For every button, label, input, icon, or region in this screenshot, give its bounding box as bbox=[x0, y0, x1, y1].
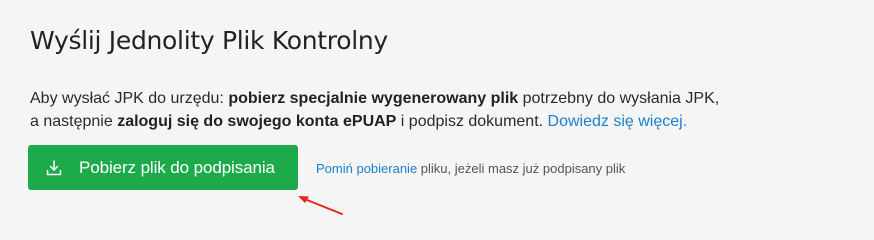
learn-more-link[interactable]: Dowiedz się więcej. bbox=[548, 113, 688, 130]
download-icon bbox=[45, 159, 63, 177]
download-file-button[interactable]: Pobierz plik do podpisania bbox=[28, 145, 298, 190]
instructions-bold-login: zaloguj się do swojego konta ePUAP bbox=[117, 113, 397, 130]
skip-download-link[interactable]: Pomiń pobieranie bbox=[316, 161, 417, 176]
instructions-text: Aby wysłać JPK do urzędu: pobierz specja… bbox=[30, 87, 850, 133]
page-title: Wyślij Jednolity Plik Kontrolny bbox=[30, 26, 388, 55]
instructions-part: i podpisz dokument. bbox=[396, 113, 548, 130]
instructions-part: potrzebny do wysłania JPK, bbox=[518, 90, 720, 107]
instructions-part: a następnie bbox=[30, 113, 118, 130]
annotation-arrow bbox=[298, 196, 343, 215]
skip-download-text: Pomiń pobieranie pliku, jeżeli masz już … bbox=[316, 161, 625, 176]
instructions-bold-download: pobierz specjalnie wygenerowany plik bbox=[228, 90, 519, 107]
instructions-part: Aby wysłać JPK do urzędu: bbox=[30, 90, 229, 107]
download-file-button-label: Pobierz plik do podpisania bbox=[79, 157, 275, 177]
skip-download-note: pliku, jeżeli masz już podpisany plik bbox=[417, 161, 626, 176]
